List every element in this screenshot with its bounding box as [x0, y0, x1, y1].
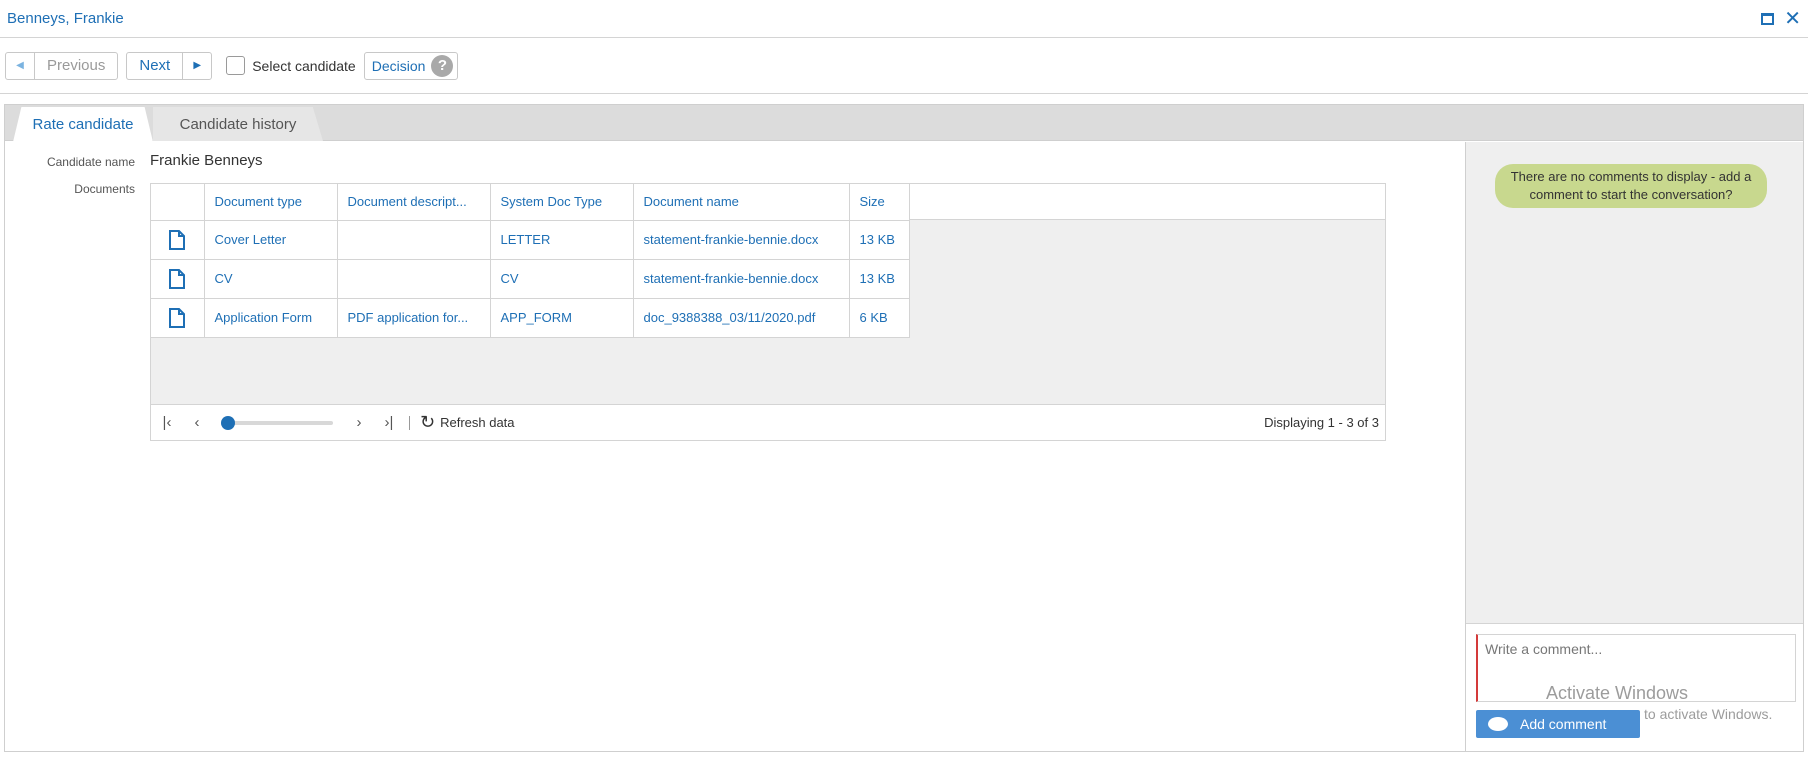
system-doc-type-cell[interactable]: CV: [490, 259, 634, 299]
document-icon[interactable]: [169, 268, 186, 289]
size-cell[interactable]: 13 KB: [849, 259, 910, 299]
table-row[interactable]: CV CV statement-frankie-bennie.docx 13 K…: [151, 259, 910, 299]
candidate-name-label: Candidate name: [46, 155, 135, 169]
document-type-cell[interactable]: Application Form: [204, 298, 338, 338]
table-row[interactable]: Cover Letter LETTER statement-frankie-be…: [151, 220, 910, 260]
document-description-cell[interactable]: PDF application for...: [337, 298, 491, 338]
toolbar: ◀ Previous Next ▶ Select candidate Decis…: [0, 38, 1808, 94]
last-page-icon[interactable]: ›|: [379, 414, 399, 431]
divider: [409, 415, 410, 430]
no-comments-message: There are no comments to display - add a…: [1495, 164, 1767, 208]
document-description-cell[interactable]: [337, 259, 491, 299]
size-cell[interactable]: 6 KB: [849, 298, 910, 338]
column-header-document-description[interactable]: Document descript...: [337, 184, 491, 221]
document-icon-cell[interactable]: [151, 298, 205, 338]
page-slider[interactable]: [221, 415, 333, 430]
first-page-icon[interactable]: |‹: [157, 414, 177, 431]
comment-input[interactable]: [1476, 634, 1796, 702]
next-button[interactable]: Next ▶: [126, 51, 213, 80]
select-candidate-checkbox[interactable]: [226, 56, 246, 75]
prev-page-icon[interactable]: ‹: [187, 414, 207, 431]
previous-button[interactable]: ◀ Previous: [5, 51, 119, 80]
select-candidate-toggle[interactable]: Select candidate: [226, 56, 356, 75]
size-cell[interactable]: 13 KB: [849, 220, 910, 260]
grid-header-row: Document type Document descript... Syste…: [151, 184, 910, 221]
comment-compose: Add comment Activate Windows to activate…: [1466, 623, 1803, 751]
previous-label: Previous: [47, 57, 106, 74]
next-label: Next: [139, 57, 171, 74]
next-page-icon[interactable]: ›: [349, 414, 369, 431]
decision-label: Decision: [371, 57, 426, 74]
documents-label: Documents: [74, 182, 135, 196]
document-description-cell[interactable]: [337, 220, 491, 260]
column-header-icon: [151, 184, 205, 221]
tab-candidate-history[interactable]: Candidate history: [153, 107, 323, 141]
document-icon-cell[interactable]: [151, 220, 205, 260]
document-name-cell[interactable]: statement-frankie-bennie.docx: [633, 220, 850, 260]
pager-display-text: Displaying 1 - 3 of 3: [1264, 415, 1379, 430]
document-icon-cell[interactable]: [151, 259, 205, 299]
watermark-line-2: to activate Windows.: [1644, 706, 1773, 722]
system-doc-type-cell[interactable]: LETTER: [490, 220, 634, 260]
column-header-system-doc-type[interactable]: System Doc Type: [490, 184, 634, 221]
help-icon[interactable]: ?: [431, 54, 454, 77]
tab-rate-candidate[interactable]: Rate candidate: [13, 107, 153, 142]
documents-grid: Document type Document descript... Syste…: [150, 183, 1386, 441]
document-name-cell[interactable]: statement-frankie-bennie.docx: [633, 259, 850, 299]
candidate-name-value: Frankie Benneys: [150, 152, 263, 169]
document-type-cell[interactable]: CV: [204, 259, 338, 299]
page-slider-handle[interactable]: [221, 415, 235, 430]
table-row[interactable]: Application Form PDF application for... …: [151, 298, 910, 338]
column-header-document-type[interactable]: Document type: [204, 184, 338, 221]
refresh-icon: ↻: [420, 412, 436, 432]
decision-button[interactable]: Decision ?: [363, 51, 459, 80]
close-icon[interactable]: ✕: [1784, 9, 1801, 29]
add-comment-button[interactable]: Add comment: [1476, 710, 1640, 738]
rate-candidate-content: Candidate name Frankie Benneys Documents…: [5, 142, 1465, 751]
window-title: Benneys, Frankie: [7, 10, 124, 27]
documents-table: Document type Document descript... Syste…: [151, 184, 910, 338]
column-header-document-name[interactable]: Document name: [633, 184, 850, 221]
grid-pager: |‹ ‹ › ›| ↻ Refresh data Displaying 1 - …: [151, 404, 1385, 440]
document-type-cell[interactable]: Cover Letter: [204, 220, 338, 260]
refresh-button[interactable]: ↻ Refresh data: [420, 412, 515, 433]
tab-strip: Rate candidate Candidate history: [5, 105, 1803, 142]
refresh-label: Refresh data: [440, 415, 515, 430]
comments-panel: There are no comments to display - add a…: [1465, 142, 1803, 751]
maximize-icon[interactable]: [1761, 12, 1775, 25]
chat-icon: [1488, 717, 1508, 731]
select-candidate-label: Select candidate: [252, 57, 356, 74]
add-comment-label: Add comment: [1520, 716, 1607, 732]
arrow-left-icon: ◀: [16, 60, 24, 71]
document-name-cell[interactable]: doc_9388388_03/11/2020.pdf: [633, 298, 850, 338]
document-icon[interactable]: [169, 307, 186, 328]
window-controls: ✕: [1761, 9, 1801, 29]
system-doc-type-cell[interactable]: APP_FORM: [490, 298, 634, 338]
window-titlebar: Benneys, Frankie ✕: [0, 0, 1808, 38]
arrow-right-icon: ▶: [193, 60, 202, 71]
document-icon[interactable]: [169, 229, 186, 250]
candidate-panel: Rate candidate Candidate history Candida…: [4, 104, 1804, 752]
column-header-size[interactable]: Size: [849, 184, 910, 221]
